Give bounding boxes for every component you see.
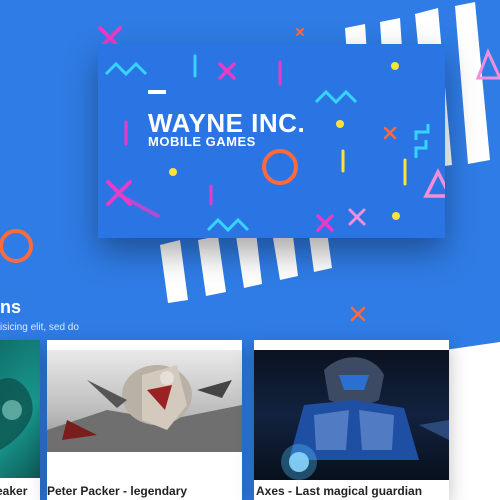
hatch-icon	[102, 52, 142, 82]
triangle-icon	[423, 168, 445, 198]
game-card[interactable]: Peter Packer - legendary	[47, 340, 242, 500]
dot-icon	[392, 212, 400, 220]
dot-icon	[169, 168, 177, 176]
game-title: Peter Packer - legendary	[47, 484, 188, 498]
stripe	[236, 232, 262, 288]
hero-subtitle: MOBILE GAMES	[148, 134, 256, 149]
zigzag-icon	[314, 89, 358, 105]
step-icon	[414, 140, 428, 158]
stripe	[160, 240, 188, 303]
zigzag-icon	[414, 124, 430, 140]
game-thumbnail	[254, 350, 449, 480]
circle-icon	[0, 229, 33, 263]
character-art	[47, 365, 242, 452]
x-icon	[350, 306, 366, 322]
x-icon	[348, 208, 366, 226]
character-art	[0, 378, 33, 450]
x-icon	[383, 126, 397, 140]
hero-banner[interactable]: WAYNE INC. MOBILE GAMES	[98, 44, 445, 238]
x-icon	[296, 28, 304, 36]
character-art	[281, 357, 449, 480]
zigzag-icon	[104, 61, 148, 77]
stripe	[455, 2, 490, 164]
x-icon	[316, 214, 334, 232]
stripe	[198, 236, 226, 296]
zigzag-icon	[206, 217, 250, 233]
game-title: eaker	[0, 484, 28, 498]
section-title: ns	[0, 297, 22, 317]
game-thumbnail	[47, 350, 242, 452]
game-title: Axes - Last magical guardian	[256, 484, 423, 498]
game-thumbnail	[0, 340, 40, 478]
hero-dash	[148, 90, 166, 94]
circle-icon	[262, 149, 298, 185]
dot-icon	[336, 120, 344, 128]
section-subtitle: isicing elit, sed do	[0, 322, 79, 333]
dot-icon	[391, 62, 399, 70]
game-card[interactable]: Axes - Last magical guardian	[254, 340, 449, 500]
game-card[interactable]: eaker	[0, 340, 40, 500]
x-icon	[218, 62, 236, 80]
